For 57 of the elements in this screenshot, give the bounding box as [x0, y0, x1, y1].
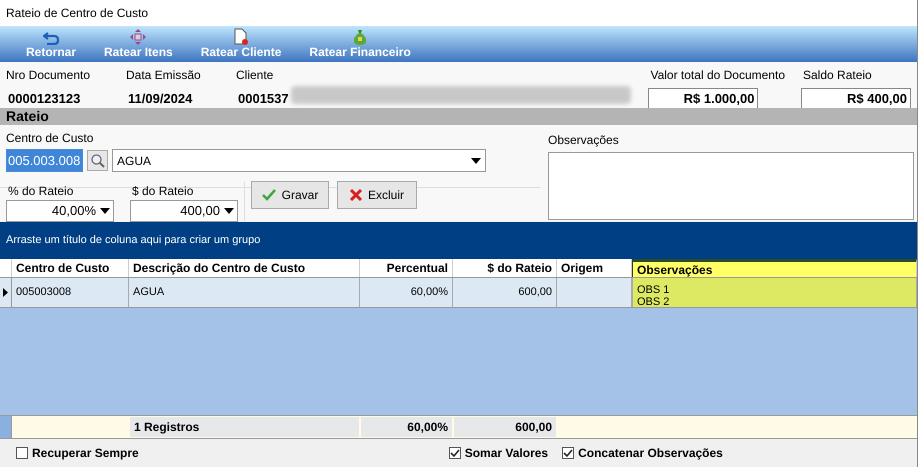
field-value: 0000123123 [7, 90, 82, 108]
checkbox-option[interactable]: Somar Valores [448, 444, 548, 462]
field-label: Cliente [236, 67, 274, 84]
table-row[interactable]: 005003008 AGUA 60,00% 600,00 OBS 1 OBS 2 [0, 278, 917, 308]
table-cell: 005003008 [12, 278, 129, 307]
field-value: 11/09/2024 [127, 90, 194, 108]
field-label: Nro Documento [6, 67, 92, 84]
option-label: Somar Valores [464, 445, 548, 462]
code-field[interactable]: 005.003.008 [6, 149, 83, 172]
caret-icon [471, 158, 481, 164]
delete-button[interactable]: Excluir [337, 180, 417, 208]
caret-icon [100, 208, 110, 214]
group-hint: Arraste um título de coluna aqui para criar um grupo [6, 233, 260, 248]
percent-dropdown[interactable]: 40,00% [6, 200, 114, 222]
section-title: Rateio [6, 107, 49, 126]
cost-center-dropdown[interactable]: AGUA [112, 149, 486, 172]
table-cell: AGUA [129, 278, 360, 307]
checkbox[interactable] [562, 447, 574, 459]
window-title: Rateio de Centro de Custo [6, 5, 148, 22]
close-icon [350, 188, 362, 200]
amount-dropdown[interactable]: 400,00 [130, 200, 238, 222]
checkbox-option[interactable]: Recuperar Sempre [16, 444, 139, 462]
row-pointer-icon [3, 288, 8, 297]
column-header[interactable]: Descrição do Centro de Custo [129, 259, 360, 277]
column-header[interactable]: $ do Rateio [453, 259, 557, 277]
field-label: % do Rateio [7, 183, 74, 200]
checkmark-icon [262, 188, 276, 200]
summary-cell: 60,00% [361, 417, 452, 437]
total-field: R$ 1.000,00 [648, 88, 758, 110]
field-label: Valor total do Documento [649, 67, 785, 84]
checkbox[interactable] [448, 447, 461, 459]
save-button[interactable]: Gravar [251, 180, 329, 208]
field-value: 0001537 [237, 90, 290, 108]
table-cell: 60,00% [360, 278, 453, 307]
field-label: Data Emissão [126, 67, 202, 84]
notes-field[interactable] [548, 152, 914, 220]
return-arrow-icon [43, 31, 59, 45]
column-header[interactable]: Percentual [360, 259, 453, 277]
table-cell: 600,00 [453, 278, 557, 307]
document-icon [234, 28, 248, 45]
field-label: Observações [548, 132, 619, 149]
field-label: $ do Rateio [131, 183, 194, 200]
checkbox[interactable] [16, 447, 28, 459]
field-label: Centro de Custo [6, 130, 94, 147]
search-icon [90, 154, 104, 168]
table-cell: OBS 1 OBS 2 [632, 278, 917, 307]
money-bag-icon [352, 29, 368, 45]
search-button[interactable] [87, 150, 108, 171]
summary-cell: 1 Registros [130, 417, 359, 437]
summary-cell: 600,00 [454, 417, 556, 437]
column-header[interactable]: Centro de Custo [12, 259, 129, 277]
move-arrows-icon [130, 29, 146, 45]
option-label: Recuperar Sempre [32, 445, 139, 462]
total-field: R$ 400,00 [801, 88, 911, 110]
caret-icon [224, 208, 234, 214]
column-header[interactable]: Observações [632, 259, 917, 277]
field-label: Saldo Rateio [802, 67, 873, 84]
